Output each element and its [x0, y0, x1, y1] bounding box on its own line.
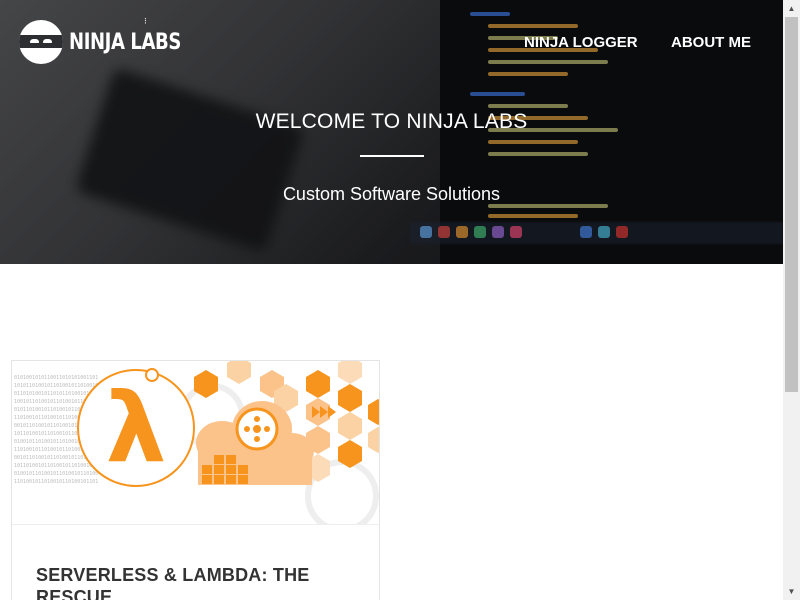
page: NINJA LABS ⁝ NINJA LOGGER ABOUT ME WELCO…	[0, 0, 800, 600]
svg-text:1101001011010010110100101101: 1101001011010010110100101101	[14, 479, 98, 485]
chevron-down-icon[interactable]: ▼	[783, 583, 800, 600]
brand-name: NINJA LABS	[69, 29, 181, 55]
post-card-image[interactable]: 0101001010110011010101001101 10101101001…	[12, 361, 379, 525]
hero-subtitle: Custom Software Solutions	[282, 184, 501, 204]
scrollbar-thumb[interactable]	[785, 17, 798, 392]
hero-divider	[360, 155, 424, 157]
post-card-title[interactable]: SERVERLESS & LAMBDA: THE RESCUE	[36, 564, 336, 600]
svg-text:0100101101001011010010110100: 0100101101001011010010110100	[14, 471, 98, 477]
svg-text:0101001010110011010101001101: 0101001010110011010101001101	[14, 375, 98, 381]
nav-item-about-me[interactable]: ABOUT ME	[671, 34, 751, 51]
svg-text:1011010010110100101101001011: 1011010010110100101101001011	[14, 463, 98, 469]
ninja-head-icon	[19, 20, 63, 64]
post-card[interactable]: 0101001010110011010101001101 10101101001…	[11, 360, 380, 600]
svg-text:0110101001011010110100101101: 0110101001011010110100101101	[14, 391, 98, 397]
lambda-icon: λ	[106, 372, 167, 484]
hero-banner: NINJA LABS ⁝ NINJA LOGGER ABOUT ME WELCO…	[0, 0, 783, 264]
nav-item-ninja-logger[interactable]: NINJA LOGGER	[524, 34, 638, 51]
vertical-scrollbar[interactable]: ▲ ▼	[783, 0, 800, 600]
serverless-lambda-illustration: 0101001010110011010101001101 10101101001…	[14, 361, 379, 524]
brand-logo-link[interactable]: NINJA LABS ⁝	[19, 16, 206, 64]
svg-text:1010110100101101001011010010: 1010110100101101001011010010	[14, 383, 98, 389]
chevron-up-icon[interactable]: ▲	[783, 0, 800, 17]
hero-title: WELCOME TO NINJA LABS	[255, 110, 528, 133]
sparkle-icon: ⁝	[144, 16, 147, 26]
